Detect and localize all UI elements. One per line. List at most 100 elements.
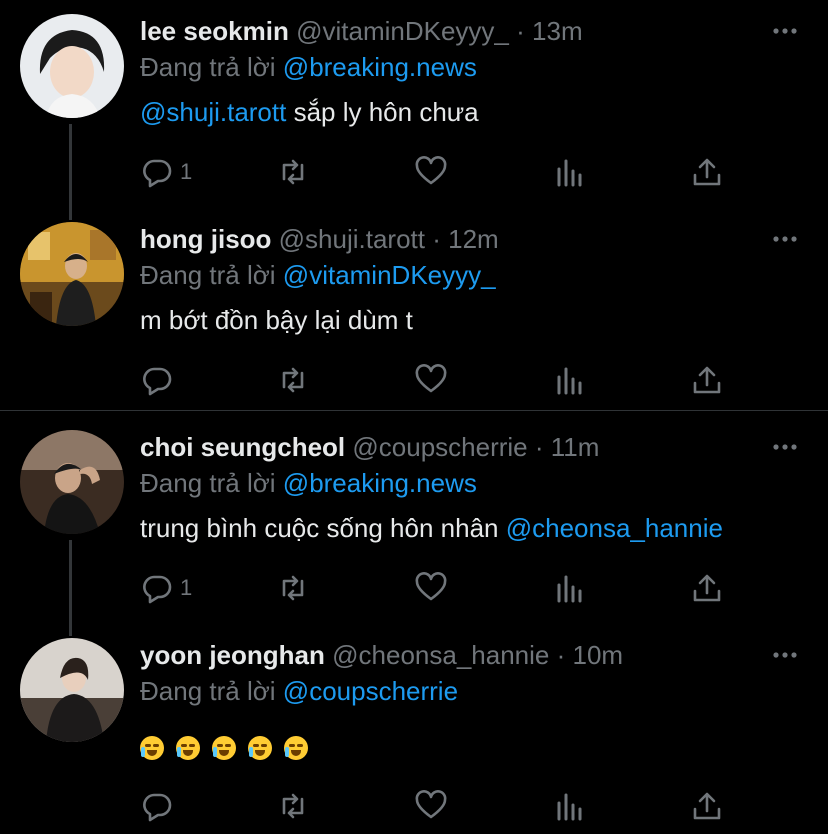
reply-icon xyxy=(143,575,172,604)
separator-dot: · xyxy=(534,432,544,462)
avatar[interactable] xyxy=(20,222,124,326)
tweet-header: hong jisoo @shuji.tarott · 12m xyxy=(140,222,499,256)
display-name[interactable]: hong jisoo xyxy=(140,224,271,254)
avatar-photo xyxy=(20,430,124,534)
user-handle[interactable]: @shuji.tarott xyxy=(279,224,425,254)
reply-button[interactable]: 1 xyxy=(140,154,192,190)
like-button[interactable] xyxy=(414,570,448,606)
tweet-body-text: trung bình cuộc sống hôn nhân xyxy=(140,513,506,543)
retweet-icon xyxy=(282,159,304,185)
tweet-header: yoon jeonghan @cheonsa_hannie · 10m xyxy=(140,638,623,672)
separator-dot: · xyxy=(432,224,441,254)
user-handle[interactable]: @coupscherrie xyxy=(352,432,527,462)
timestamp[interactable]: 13m xyxy=(532,16,583,46)
views-button[interactable] xyxy=(554,788,588,824)
views-button[interactable] xyxy=(554,154,588,190)
like-button[interactable] xyxy=(414,154,448,190)
share-button[interactable] xyxy=(690,570,724,606)
tweet-actions xyxy=(140,362,740,402)
reply-button[interactable] xyxy=(140,788,180,824)
user-handle[interactable]: @cheonsa_hannie xyxy=(332,640,549,670)
tweet[interactable]: choi seungcheol @coupscherrie · 11m Đang… xyxy=(0,416,828,622)
timestamp[interactable]: 12m xyxy=(448,224,499,254)
crying-face-emoji xyxy=(248,736,272,761)
heart-icon xyxy=(415,790,447,819)
share-button[interactable] xyxy=(690,362,724,398)
tweet[interactable]: yoon jeonghan @cheonsa_hannie · 10m Đang… xyxy=(0,624,828,834)
heart-icon xyxy=(415,156,447,185)
heart-icon xyxy=(415,572,447,601)
reply-count: 1 xyxy=(180,575,193,600)
more-icon[interactable] xyxy=(772,434,798,460)
replying-to-mention[interactable]: @breaking.news xyxy=(283,52,477,82)
avatar[interactable] xyxy=(20,14,124,118)
analytics-icon xyxy=(557,367,582,395)
replying-prefix: Đang trả lời xyxy=(140,52,276,82)
crying-face-emoji xyxy=(176,736,200,761)
replying-to: Đang trả lời @breaking.news xyxy=(140,466,477,500)
avatar-photo xyxy=(20,222,124,326)
timestamp[interactable]: 11m xyxy=(551,432,600,462)
crying-face-emoji xyxy=(212,736,236,761)
reply-icon xyxy=(143,793,172,822)
like-button[interactable] xyxy=(414,788,448,824)
replying-prefix: Đang trả lời xyxy=(140,676,276,706)
tweet-text: @shuji.tarott sắp ly hôn chưa xyxy=(140,94,479,130)
display-name[interactable]: yoon jeonghan xyxy=(140,640,325,670)
analytics-icon xyxy=(557,793,582,821)
conversation-divider xyxy=(0,410,828,411)
retweet-icon xyxy=(282,793,304,819)
timestamp[interactable]: 10m xyxy=(573,640,624,670)
reply-icon xyxy=(143,159,172,188)
more-icon[interactable] xyxy=(772,18,798,44)
user-handle[interactable]: @vitaminDKeyyy_ xyxy=(296,16,509,46)
retweet-button[interactable] xyxy=(276,570,310,606)
analytics-icon xyxy=(557,159,582,187)
views-button[interactable] xyxy=(554,570,588,606)
mention-link[interactable]: @cheonsa_hannie xyxy=(506,513,723,543)
like-button[interactable] xyxy=(414,362,448,398)
replying-to-mention[interactable]: @breaking.news xyxy=(283,468,477,498)
replying-to-mention[interactable]: @vitaminDKeyyy_ xyxy=(283,260,496,290)
replying-prefix: Đang trả lời xyxy=(140,260,276,290)
crying-face-emoji xyxy=(284,736,308,761)
retweet-button[interactable] xyxy=(276,362,310,398)
analytics-icon xyxy=(557,575,582,603)
avatar-photo xyxy=(20,14,124,118)
avatar[interactable] xyxy=(20,430,124,534)
more-icon[interactable] xyxy=(772,226,798,252)
tweet-actions: 1 xyxy=(140,154,740,194)
display-name[interactable]: choi seungcheol xyxy=(140,432,345,462)
tweet[interactable]: lee seokmin @vitaminDKeyyy_ · 13m Đang t… xyxy=(0,0,828,206)
replying-to: Đang trả lời @breaking.news xyxy=(140,50,477,84)
mention-link[interactable]: @shuji.tarott xyxy=(140,97,286,127)
avatar[interactable] xyxy=(20,638,124,742)
tweet[interactable]: hong jisoo @shuji.tarott · 12m Đang trả … xyxy=(0,208,828,410)
crying-face-emoji xyxy=(140,736,164,761)
share-button[interactable] xyxy=(690,154,724,190)
tweet-header: choi seungcheol @coupscherrie · 11m xyxy=(140,430,599,464)
display-name[interactable]: lee seokmin xyxy=(140,16,289,46)
retweet-button[interactable] xyxy=(276,154,310,190)
tweet-body-text: m bớt đồn bậy lại dùm t xyxy=(140,305,413,335)
more-icon[interactable] xyxy=(772,642,798,668)
reply-count: 1 xyxy=(180,159,193,184)
tweet-header: lee seokmin @vitaminDKeyyy_ · 13m xyxy=(140,14,583,48)
reply-button[interactable]: 1 xyxy=(140,570,192,606)
reply-button[interactable] xyxy=(140,362,180,398)
tweet-text xyxy=(140,728,320,764)
share-icon xyxy=(693,574,721,602)
tweet-text: m bớt đồn bậy lại dùm t xyxy=(140,302,413,338)
tweet-actions xyxy=(140,788,740,828)
replying-prefix: Đang trả lời xyxy=(140,468,276,498)
share-button[interactable] xyxy=(690,788,724,824)
tweet-actions: 1 xyxy=(140,570,740,610)
views-button[interactable] xyxy=(554,362,588,398)
reply-icon xyxy=(143,367,172,396)
retweet-icon xyxy=(282,367,304,393)
retweet-button[interactable] xyxy=(276,788,310,824)
replying-to: Đang trả lời @vitaminDKeyyy_ xyxy=(140,258,496,292)
share-icon xyxy=(693,158,721,186)
share-icon xyxy=(693,792,721,820)
replying-to-mention[interactable]: @coupscherrie xyxy=(283,676,458,706)
